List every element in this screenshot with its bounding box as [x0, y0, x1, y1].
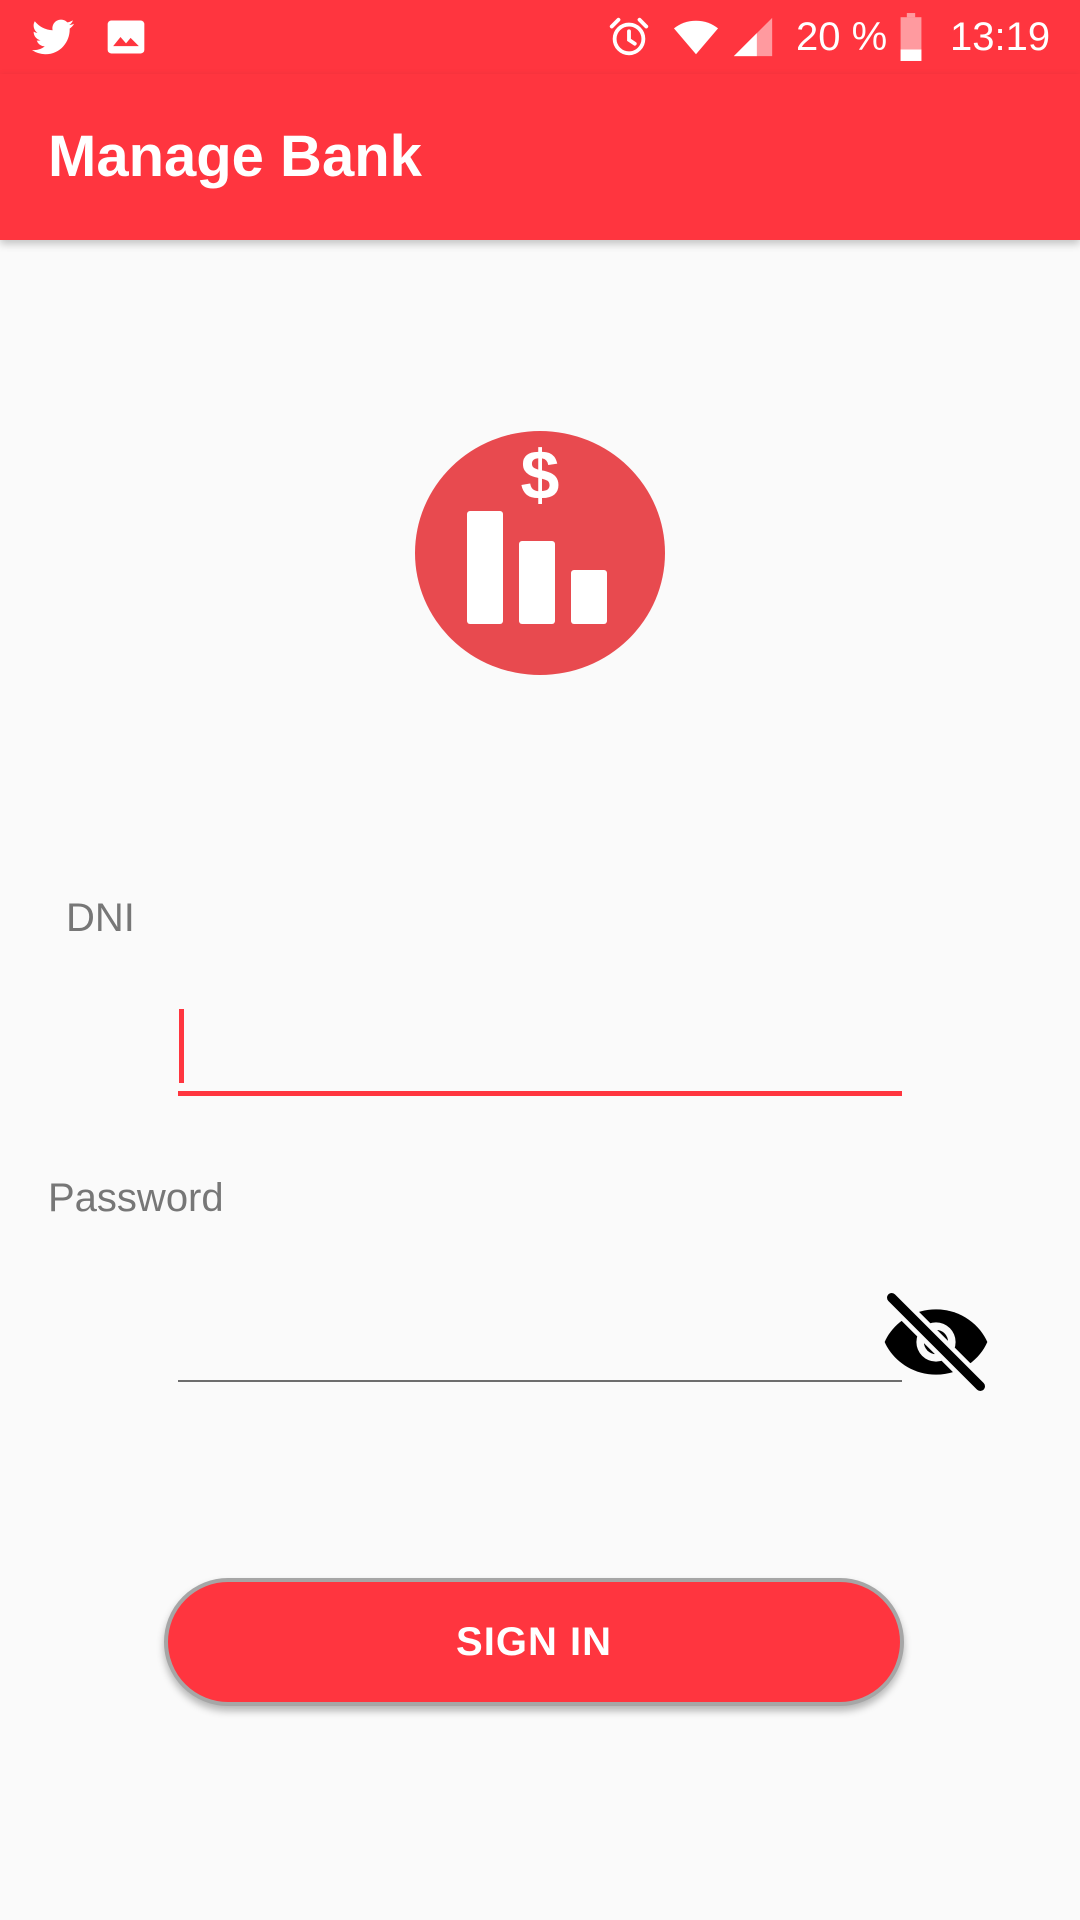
twitter-icon: [31, 19, 75, 55]
image-icon: [107, 20, 145, 54]
bank-money-chart-icon: $: [415, 431, 665, 675]
dni-label: DNI: [66, 896, 135, 940]
alarm-icon: [609, 17, 649, 56]
login-screen: 20 % 13:19 Manage Bank $ DNI Password SI…: [0, 0, 1080, 1920]
app-title: Manage Bank: [48, 124, 422, 189]
password-input[interactable]: [178, 1284, 902, 1382]
app-bar: Manage Bank: [0, 74, 1080, 240]
wifi-icon: [673, 20, 719, 55]
svg-text:$: $: [521, 436, 560, 514]
dni-input[interactable]: [178, 1000, 902, 1096]
sign-in-button[interactable]: SIGN IN: [164, 1578, 904, 1706]
eye-off-icon[interactable]: [880, 1286, 992, 1398]
signal-icon: [733, 17, 773, 57]
password-label: Password: [48, 1176, 224, 1220]
battery-icon: [900, 13, 922, 61]
text-cursor: [179, 1009, 184, 1083]
status-bar: 20 % 13:19: [0, 0, 1080, 74]
battery-percentage: 20 %: [796, 15, 888, 59]
clock: 13:19: [950, 15, 1051, 59]
